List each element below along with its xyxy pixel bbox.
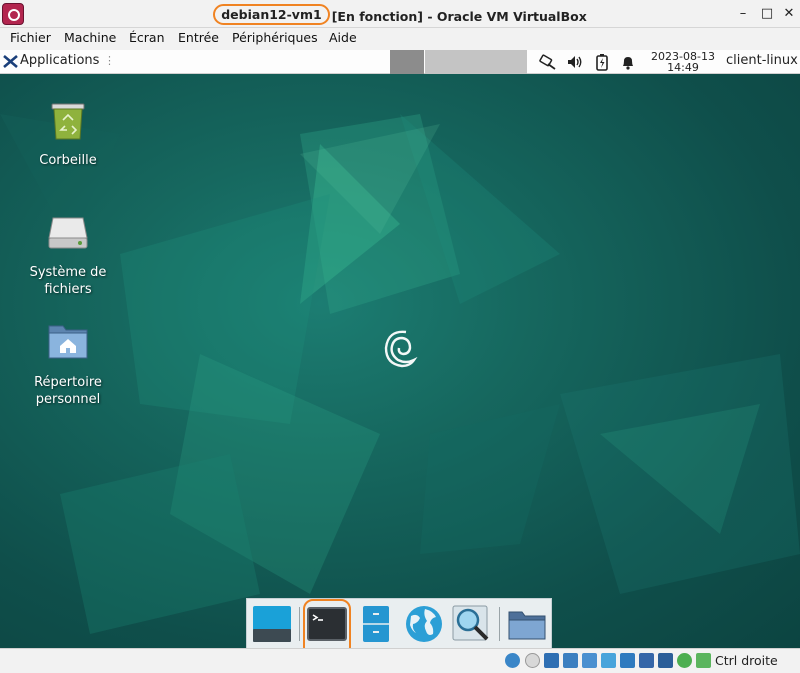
drive-icon [48,217,88,249]
close-button[interactable]: ✕ [781,6,797,21]
hard-disk-icon[interactable] [505,653,520,668]
menu-machine[interactable]: Machine [64,30,116,45]
workspace-2[interactable] [425,50,459,74]
menu-ecran[interactable]: Écran [129,30,165,45]
dock-separator [499,607,500,641]
app-finder-icon[interactable] [451,603,493,645]
home-folder-icon [48,325,88,359]
usb-icon[interactable] [582,653,597,668]
clock-time: 14:49 [667,61,699,74]
video-capture-icon[interactable] [639,653,654,668]
volume-icon[interactable] [566,53,584,71]
menu-entree[interactable]: Entrée [178,30,219,45]
network-adapter-icon[interactable] [563,653,578,668]
folder-icon[interactable] [506,603,548,645]
file-manager-icon[interactable] [355,603,397,645]
guest-desktop[interactable]: Corbeille Système de fichiers Répertoire… [0,74,800,648]
web-browser-icon[interactable] [403,603,445,645]
desktop-icon-filesystem[interactable]: Système de fichiers [18,208,118,298]
network-icon[interactable] [539,53,557,71]
terminal-highlight [303,599,351,648]
shared-folders-icon[interactable] [601,653,616,668]
desktop-icon-label: Corbeille [39,153,97,168]
guest-dock [246,598,552,648]
workspace-1[interactable] [390,50,424,74]
panel-clock[interactable]: 2023-08-13 14:49 [646,50,720,73]
desktop-icon-home[interactable]: Répertoire personnel [18,318,118,408]
debian-swirl-logo [384,330,418,368]
panel-hostname[interactable]: client-linux [726,53,798,68]
xfce-logo-icon[interactable] [3,54,18,69]
window-titlebar: debian12-vm1 [En fonction] - Oracle VM Vi… [0,0,800,28]
notification-bell-icon[interactable] [619,53,637,71]
show-desktop-icon[interactable] [251,603,293,645]
desktop-icon-label: Système de fichiers [29,265,107,297]
mouse-integration-icon[interactable] [677,653,692,668]
menu-peripheriques[interactable]: Périphériques [232,30,318,45]
panel-separator: ⋮ [104,54,115,67]
guest-top-panel: Applications ⋮ 2023-08-13 14:49 client-l… [0,50,800,74]
window-title: debian12-vm1 [En fonction] - Oracle VM Vi… [0,4,800,27]
optical-drive-icon[interactable] [525,653,540,668]
menu-bar: Fichier Machine Écran Entrée Périphériqu… [0,28,800,50]
trash-icon [51,103,85,140]
minimize-button[interactable]: – [735,6,751,21]
host-key-label: Ctrl droite [715,653,778,668]
audio-icon[interactable] [544,653,559,668]
desktop-icon-trash[interactable]: Corbeille [18,96,118,169]
menu-aide[interactable]: Aide [329,30,357,45]
vm-status-bar: Ctrl droite [0,648,800,673]
vm-name-highlight: debian12-vm1 [213,4,330,25]
battery-icon[interactable] [593,53,611,71]
keyboard-icon[interactable] [696,653,711,668]
workspace-3[interactable] [459,50,493,74]
window-title-rest: [En fonction] - Oracle VM VirtualBox [331,9,587,24]
applications-menu-button[interactable]: Applications [20,53,99,68]
cpu-icon[interactable] [658,653,673,668]
menu-fichier[interactable]: Fichier [10,30,51,45]
dock-separator [299,607,300,641]
desktop-icon-label: Répertoire personnel [34,375,102,407]
workspace-4[interactable] [493,50,527,74]
maximize-button[interactable]: □ [759,6,775,21]
display-icon[interactable] [620,653,635,668]
